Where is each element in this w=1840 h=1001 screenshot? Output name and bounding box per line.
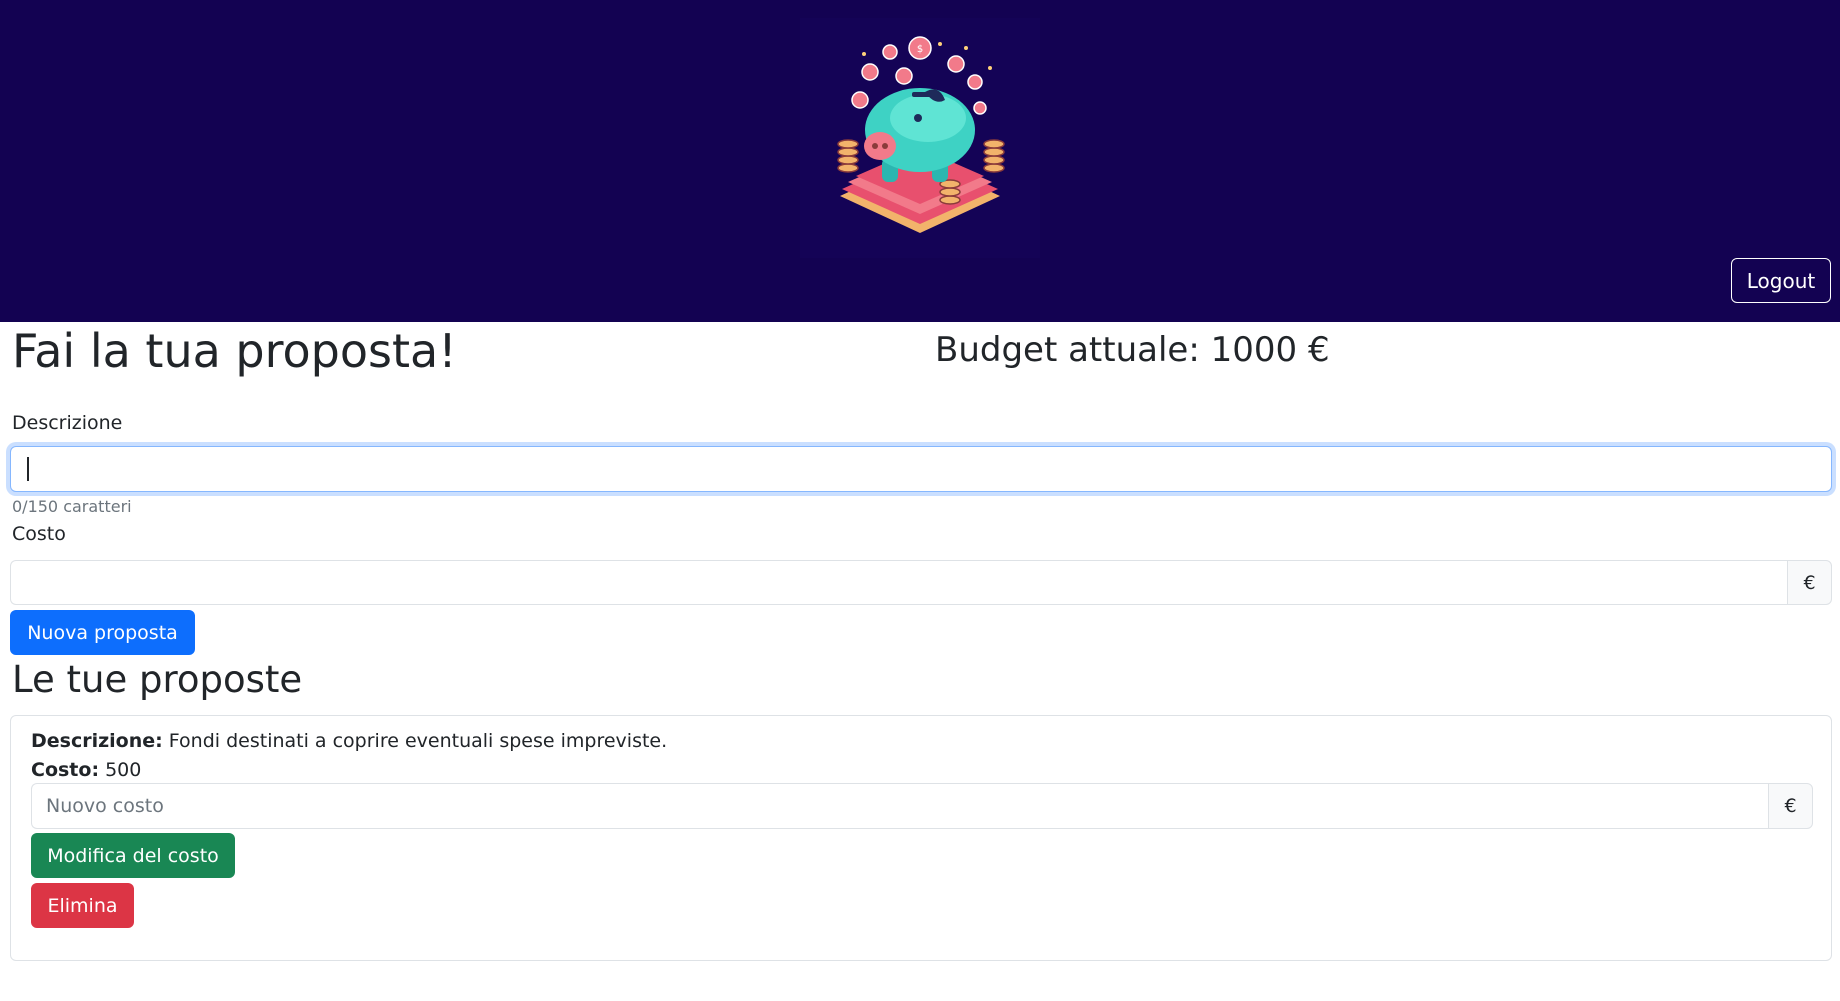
- budget-label: Budget attuale:: [935, 330, 1200, 370]
- proposal-description-text: Fondi destinati a coprire eventuali spes…: [168, 730, 668, 752]
- new-proposal-button[interactable]: Nuova proposta: [10, 610, 195, 655]
- page-title: Fai la tua proposta!: [12, 324, 457, 378]
- proposal-cost-value: 500: [105, 759, 142, 781]
- proposal-description: Descrizione: Fondi destinati a coprire e…: [31, 730, 667, 752]
- svg-text:$: $: [917, 44, 923, 55]
- cost-label: Costo: [12, 523, 66, 545]
- budget-display: Budget attuale: 1000 €: [935, 330, 1330, 371]
- proposal-cost: Costo: 500: [31, 759, 141, 781]
- description-label: Descrizione: [12, 412, 123, 434]
- proposal-description-label: Descrizione:: [31, 730, 163, 752]
- budget-value: 1000 €: [1210, 330, 1330, 370]
- delete-button[interactable]: Elimina: [31, 883, 134, 928]
- proposals-section-title: Le tue proposte: [12, 658, 303, 701]
- logout-button[interactable]: Logout: [1731, 258, 1831, 303]
- proposal-cost-label: Costo:: [31, 759, 100, 781]
- app-header: $ Logout: [0, 0, 1840, 322]
- char-counter: 0/150 caratteri: [12, 497, 132, 516]
- new-cost-input-group: €: [31, 783, 1813, 829]
- description-input[interactable]: [10, 446, 1832, 492]
- cost-input-group: €: [10, 560, 1832, 605]
- piggy-bank-logo: $: [800, 18, 1040, 258]
- proposal-card: Descrizione: Fondi destinati a coprire e…: [10, 715, 1832, 961]
- euro-icon: €: [1768, 783, 1813, 829]
- new-cost-input[interactable]: [31, 783, 1768, 829]
- euro-icon: €: [1787, 560, 1832, 605]
- piggy-bank-icon: $: [837, 36, 1005, 233]
- cost-input[interactable]: [10, 560, 1787, 605]
- text-cursor: [27, 457, 29, 481]
- edit-cost-button[interactable]: Modifica del costo: [31, 833, 235, 878]
